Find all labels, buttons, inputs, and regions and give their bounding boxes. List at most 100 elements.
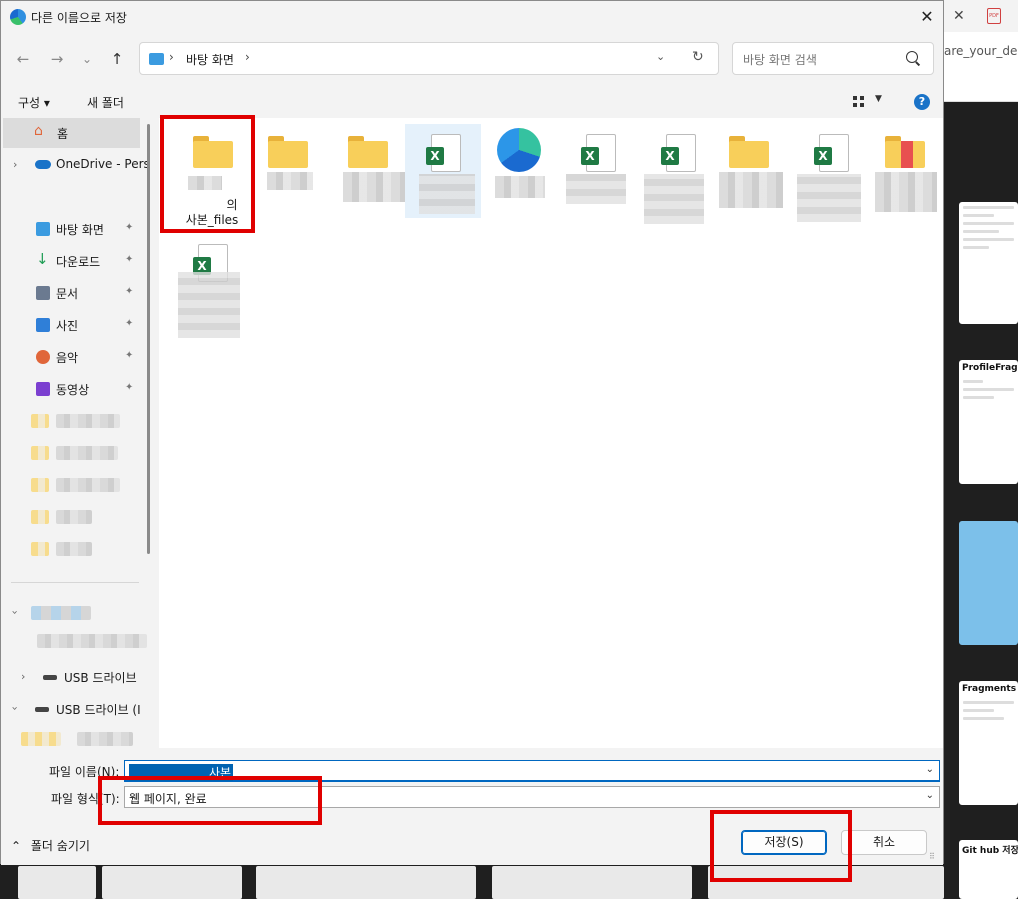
usb-drive-icon (43, 675, 57, 680)
search-box[interactable]: 바탕 화면 검색 (732, 42, 934, 75)
sidebar-item-pictures[interactable]: 사진 ✦ (1, 310, 141, 340)
file-item[interactable]: X (409, 126, 481, 234)
back-arrow-icon[interactable]: ← (11, 48, 35, 70)
save-as-dialog: 다른 이름으로 저장 ✕ ← → ⌄ ↑ › 바탕 화면 › ⌄ ↻ 바탕 화면… (0, 0, 944, 865)
desktop-icon (149, 53, 164, 65)
blurred-label (797, 174, 861, 222)
background-card-1 (959, 202, 1018, 324)
breadcrumb-desktop[interactable]: 바탕 화면 (186, 51, 234, 68)
annotation-box-folder (160, 115, 255, 233)
sidebar-item-label: USB 드라이브 (I (56, 703, 141, 717)
blurred-label (343, 172, 405, 202)
sidebar-item-downloads[interactable]: ↓ 다운로드 ✦ (1, 246, 141, 276)
forward-arrow-icon[interactable]: → (45, 48, 69, 70)
chevron-down-icon[interactable]: › (9, 610, 22, 614)
download-icon: ↓ (36, 250, 49, 268)
file-item[interactable]: X (564, 126, 636, 234)
file-item[interactable] (489, 126, 561, 234)
sidebar-item-usb-drive-2[interactable]: › USB 드라이브 (I (1, 694, 141, 724)
blurred-folder-icon (31, 414, 49, 428)
background-thumb (102, 866, 242, 899)
sidebar-item-videos[interactable]: 동영상 ✦ (1, 374, 141, 404)
background-thumb (256, 866, 476, 899)
chevron-down-icon[interactable]: ⌄ (926, 764, 934, 775)
background-card-2: ProfileFragme (959, 360, 1018, 484)
search-icon[interactable] (906, 51, 918, 63)
file-item[interactable]: X (176, 236, 248, 344)
sidebar-item-label: 사진 (56, 319, 79, 333)
spreadsheet-file-icon: X (581, 134, 616, 172)
file-item[interactable]: X (797, 126, 869, 234)
blurred-label (644, 174, 704, 224)
folder-icon (885, 136, 925, 168)
sidebar-item-desktop[interactable]: 바탕 화면 ✦ (1, 214, 141, 244)
blurred-label (77, 732, 133, 746)
blurred-label (719, 172, 783, 208)
resize-grip-icon[interactable]: ⠿ (929, 852, 935, 861)
sidebar-item-this-pc[interactable]: › (1, 598, 141, 628)
cancel-button[interactable]: 취소 (841, 830, 927, 855)
help-icon[interactable]: ? (914, 94, 930, 110)
chevron-down-icon[interactable]: › (9, 706, 22, 710)
folder-icon (348, 136, 388, 168)
address-history-dropdown-icon[interactable]: ⌄ (656, 50, 665, 63)
sidebar-item-label: 음악 (56, 351, 79, 365)
blurred-label (56, 542, 92, 556)
folder-item[interactable] (339, 126, 411, 234)
blurred-label (875, 172, 937, 212)
blurred-label (566, 174, 626, 204)
chevron-up-icon: ⌃ (11, 839, 22, 853)
blurred-label (31, 606, 91, 620)
folder-item[interactable] (719, 126, 791, 234)
organize-menu-button[interactable]: 구성 ▾ (18, 94, 50, 111)
blurred-label (56, 478, 120, 492)
sidebar-item-label: 문서 (56, 287, 79, 301)
recent-locations-icon[interactable]: ⌄ (75, 48, 99, 70)
search-input[interactable]: 바탕 화면 검색 (743, 51, 817, 68)
sidebar-scrollbar[interactable] (147, 124, 150, 554)
chevron-right-icon[interactable]: › (169, 50, 174, 64)
sidebar-item-music[interactable]: 음악 ✦ (1, 342, 141, 372)
chevron-right-icon[interactable]: › (245, 50, 250, 64)
hide-folders-button[interactable]: ⌃ 폴더 숨기기 (11, 837, 90, 854)
folder-item[interactable] (871, 126, 943, 234)
blurred-folder-icon (21, 732, 61, 746)
pin-icon[interactable]: ✦ (125, 254, 133, 265)
refresh-icon[interactable]: ↻ (692, 49, 704, 65)
up-arrow-icon[interactable]: ↑ (105, 48, 129, 70)
view-grid-icon[interactable] (853, 96, 864, 107)
close-button[interactable]: ✕ (911, 3, 943, 31)
chevron-down-icon[interactable]: ⌄ (926, 790, 934, 801)
blurred-label (495, 176, 545, 198)
blurred-label (419, 174, 475, 214)
title-bar: 다른 이름으로 저장 ✕ (1, 1, 943, 33)
new-folder-button[interactable]: 새 폴더 (87, 94, 124, 111)
pin-icon[interactable]: ✦ (125, 318, 133, 329)
sidebar-item-label: 동영상 (56, 383, 90, 397)
pin-icon[interactable]: ✦ (125, 382, 133, 393)
edge-app-icon (10, 9, 26, 25)
chevron-right-icon[interactable]: › (21, 670, 25, 683)
sidebar-item-onedrive[interactable]: › OneDrive - Pers (1, 150, 150, 180)
chevron-right-icon[interactable]: › (13, 158, 17, 171)
browser-tab-close-icon[interactable]: ✕ (953, 8, 965, 24)
sidebar-item-usb-drive[interactable]: › USB 드라이브 (1, 662, 141, 692)
blurred-label (178, 272, 240, 338)
pin-icon[interactable]: ✦ (125, 222, 133, 233)
command-bar: 구성 ▾ 새 폴더 ▼ ? (1, 85, 943, 118)
pin-icon[interactable]: ✦ (125, 350, 133, 361)
folder-item[interactable] (259, 126, 331, 234)
sidebar-item-home[interactable]: ⌂ 홈 (3, 118, 140, 148)
sidebar-item-documents[interactable]: 문서 ✦ (1, 278, 141, 308)
address-bar[interactable]: › 바탕 화면 › ⌄ ↻ (139, 42, 719, 75)
spreadsheet-file-icon: X (814, 134, 849, 172)
desktop-icon (36, 222, 50, 236)
dialog-title: 다른 이름으로 저장 (31, 11, 127, 25)
file-item[interactable]: X (644, 126, 716, 234)
blurred-label (56, 414, 120, 428)
view-dropdown-icon[interactable]: ▼ (875, 94, 882, 104)
file-list[interactable]: 의 사본_files X X X X X (159, 118, 943, 748)
pin-icon[interactable]: ✦ (125, 286, 133, 297)
pdf-tab-icon[interactable]: PDF (987, 8, 1001, 24)
edge-file-icon (497, 128, 541, 172)
